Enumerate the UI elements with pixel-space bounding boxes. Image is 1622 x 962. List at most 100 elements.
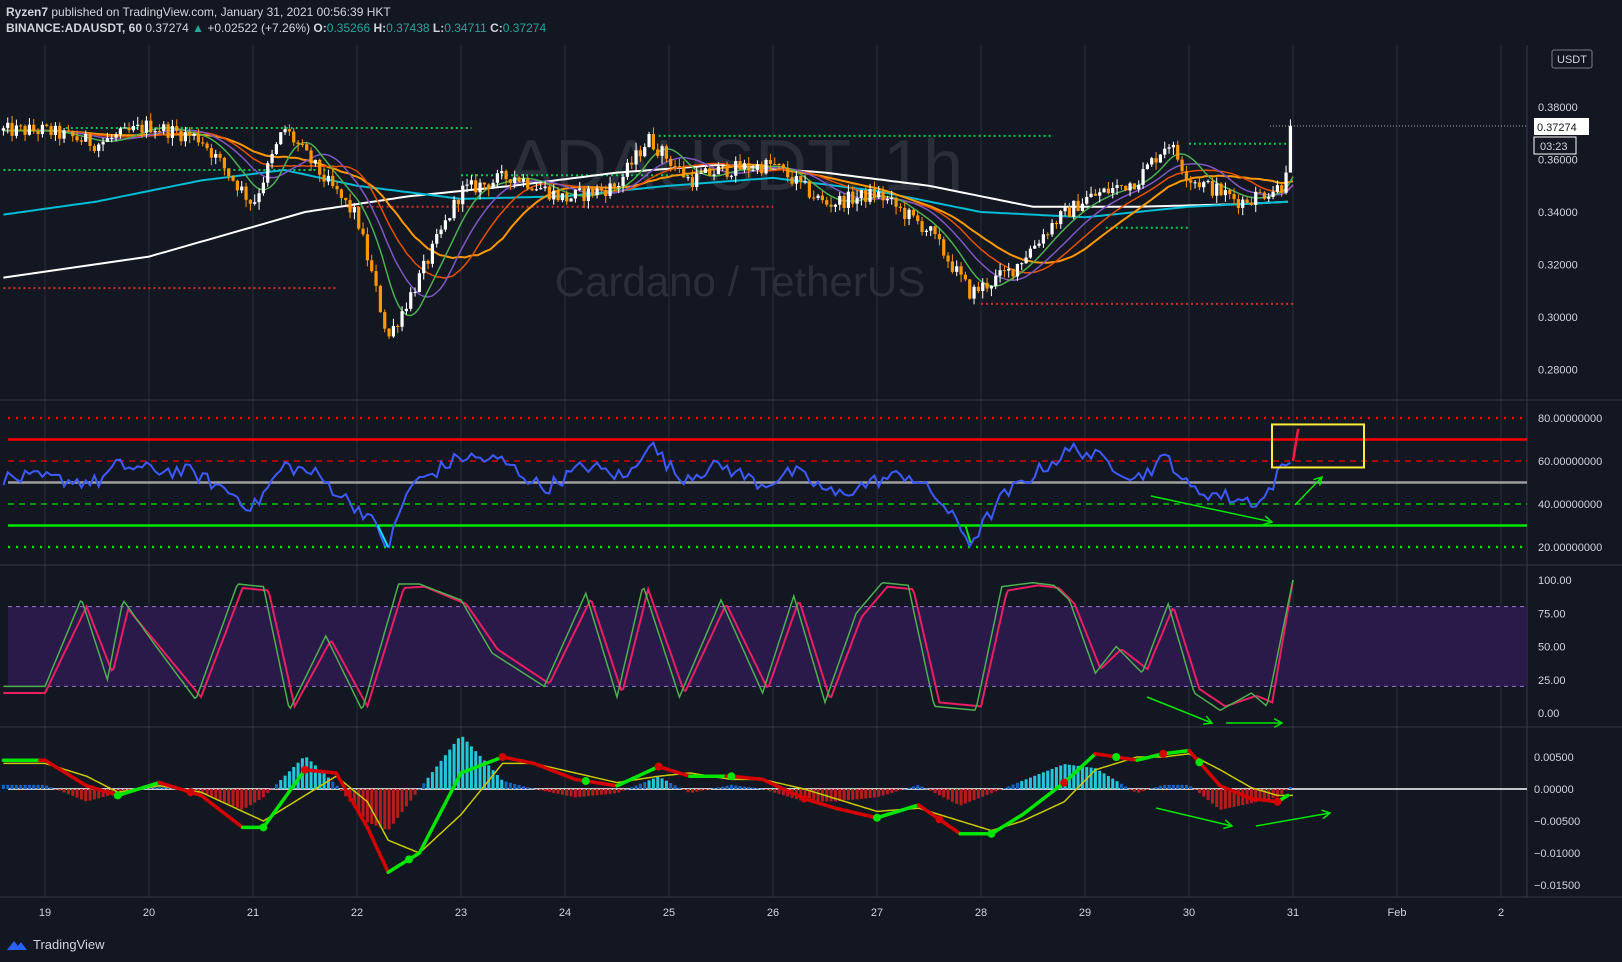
candle-body[interactable]	[62, 130, 66, 139]
candle-body[interactable]	[387, 328, 391, 337]
candle-body[interactable]	[1028, 248, 1032, 258]
candle-body[interactable]	[326, 175, 330, 182]
candle-body[interactable]	[19, 125, 23, 127]
candle-body[interactable]	[409, 292, 413, 309]
candle-body[interactable]	[898, 206, 902, 209]
macd-line-segment[interactable]	[365, 825, 375, 841]
candle-body[interactable]	[1275, 185, 1279, 192]
candle-body[interactable]	[1054, 222, 1058, 225]
candle-body[interactable]	[1102, 188, 1106, 193]
candle-body[interactable]	[599, 188, 603, 191]
candle-body[interactable]	[920, 221, 924, 232]
candle-body[interactable]	[469, 180, 473, 185]
candle-body[interactable]	[1089, 193, 1093, 197]
candle-body[interactable]	[591, 188, 595, 196]
candle-body[interactable]	[677, 166, 681, 168]
candle-body[interactable]	[1080, 203, 1084, 212]
candle-body[interactable]	[1007, 268, 1011, 271]
candle-body[interactable]	[1154, 158, 1158, 163]
candle-body[interactable]	[1176, 144, 1180, 160]
candle-body[interactable]	[729, 175, 733, 177]
candle-body[interactable]	[335, 186, 339, 190]
candle-body[interactable]	[66, 130, 70, 132]
candle-body[interactable]	[634, 150, 638, 165]
candle-body[interactable]	[530, 188, 534, 191]
candle-body[interactable]	[1254, 191, 1258, 205]
candle-body[interactable]	[283, 129, 287, 133]
candle-body[interactable]	[955, 266, 959, 272]
candle-body[interactable]	[1132, 183, 1136, 190]
candle-body[interactable]	[721, 164, 725, 167]
candle-body[interactable]	[49, 126, 53, 136]
candle-body[interactable]	[75, 136, 79, 141]
candle-body[interactable]	[244, 186, 248, 200]
candle-body[interactable]	[344, 197, 348, 201]
candle-body[interactable]	[1020, 263, 1024, 265]
candle-body[interactable]	[1180, 159, 1184, 172]
candle-body[interactable]	[742, 163, 746, 170]
candle-body[interactable]	[604, 190, 608, 196]
candle-body[interactable]	[214, 153, 218, 158]
candle-body[interactable]	[820, 195, 824, 201]
candle-body[interactable]	[305, 144, 309, 151]
candle-body[interactable]	[179, 130, 183, 142]
candle-body[interactable]	[439, 229, 443, 235]
candle-body[interactable]	[760, 164, 764, 174]
candle-body[interactable]	[695, 173, 699, 188]
candle-body[interactable]	[370, 260, 374, 272]
candle-body[interactable]	[586, 188, 590, 201]
candle-body[interactable]	[279, 132, 283, 145]
candle-body[interactable]	[201, 142, 205, 144]
candle-body[interactable]	[188, 132, 192, 136]
candle-body[interactable]	[781, 164, 785, 169]
candle-body[interactable]	[734, 161, 738, 176]
candle-body[interactable]	[92, 145, 96, 151]
candle-body[interactable]	[248, 199, 252, 204]
candle-body[interactable]	[23, 125, 27, 135]
candle-body[interactable]	[118, 128, 122, 135]
candle-body[interactable]	[903, 208, 907, 219]
candle-body[interactable]	[153, 130, 157, 133]
candle-body[interactable]	[690, 177, 694, 188]
candle-body[interactable]	[1210, 180, 1214, 196]
candle-body[interactable]	[227, 168, 231, 176]
candle-body[interactable]	[1158, 154, 1162, 163]
candle-body[interactable]	[235, 180, 239, 191]
candle-body[interactable]	[79, 140, 83, 142]
candle-body[interactable]	[1024, 257, 1028, 264]
candle-body[interactable]	[101, 141, 105, 145]
candle-body[interactable]	[426, 260, 430, 264]
candle-body[interactable]	[322, 174, 326, 182]
candle-body[interactable]	[972, 286, 976, 299]
trading-chart[interactable]: ADAUSDT, 1h Cardano / TetherUS 0.380000.…	[0, 0, 1622, 962]
candle-body[interactable]	[131, 126, 135, 131]
candle-body[interactable]	[218, 153, 222, 158]
candle-body[interactable]	[608, 183, 612, 196]
candle-body[interactable]	[755, 164, 759, 170]
candle-body[interactable]	[1197, 182, 1201, 188]
candle-body[interactable]	[981, 282, 985, 292]
candle-body[interactable]	[855, 197, 859, 204]
candle-body[interactable]	[357, 207, 361, 229]
candle-body[interactable]	[287, 129, 291, 132]
candle-body[interactable]	[1059, 211, 1063, 225]
candle-body[interactable]	[699, 172, 703, 174]
candle-body[interactable]	[773, 163, 777, 165]
candle-body[interactable]	[1072, 200, 1076, 217]
candle-body[interactable]	[222, 157, 226, 169]
candle-body[interactable]	[625, 162, 629, 177]
candle-body[interactable]	[617, 186, 621, 188]
candle-body[interactable]	[435, 234, 439, 244]
candle-body[interactable]	[45, 124, 49, 127]
rsi-line[interactable]	[2, 440, 1291, 549]
candle-body[interactable]	[656, 149, 660, 156]
candle-body[interactable]	[630, 162, 634, 165]
candle-body[interactable]	[331, 175, 335, 187]
candle-body[interactable]	[443, 220, 447, 230]
candle-body[interactable]	[894, 197, 898, 207]
candle-body[interactable]	[1145, 164, 1149, 170]
candle-body[interactable]	[140, 124, 144, 133]
candle-body[interactable]	[1189, 180, 1193, 183]
candle-body[interactable]	[508, 179, 512, 184]
candle-body[interactable]	[1167, 147, 1171, 149]
